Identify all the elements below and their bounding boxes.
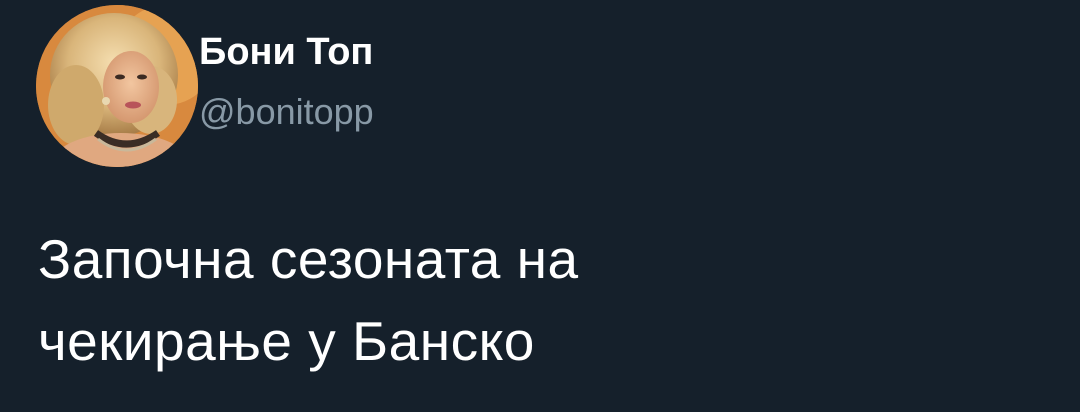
- tweet-text-line: Започна сезоната на: [38, 228, 579, 290]
- user-names: Бони Топ @bonitopp: [199, 30, 374, 134]
- tweet-text-line: чекирање у Банско: [38, 310, 535, 372]
- display-name[interactable]: Бони Топ: [199, 30, 374, 74]
- avatar[interactable]: [36, 5, 198, 167]
- profile-photo-icon: [36, 5, 198, 167]
- tweet-card: Бони Топ @bonitopp Започна сезоната на ч…: [0, 0, 1080, 412]
- tweet-header: [36, 5, 198, 167]
- user-handle[interactable]: @bonitopp: [199, 90, 374, 134]
- tweet-text: Започна сезоната на чекирање у Банско: [38, 218, 1038, 382]
